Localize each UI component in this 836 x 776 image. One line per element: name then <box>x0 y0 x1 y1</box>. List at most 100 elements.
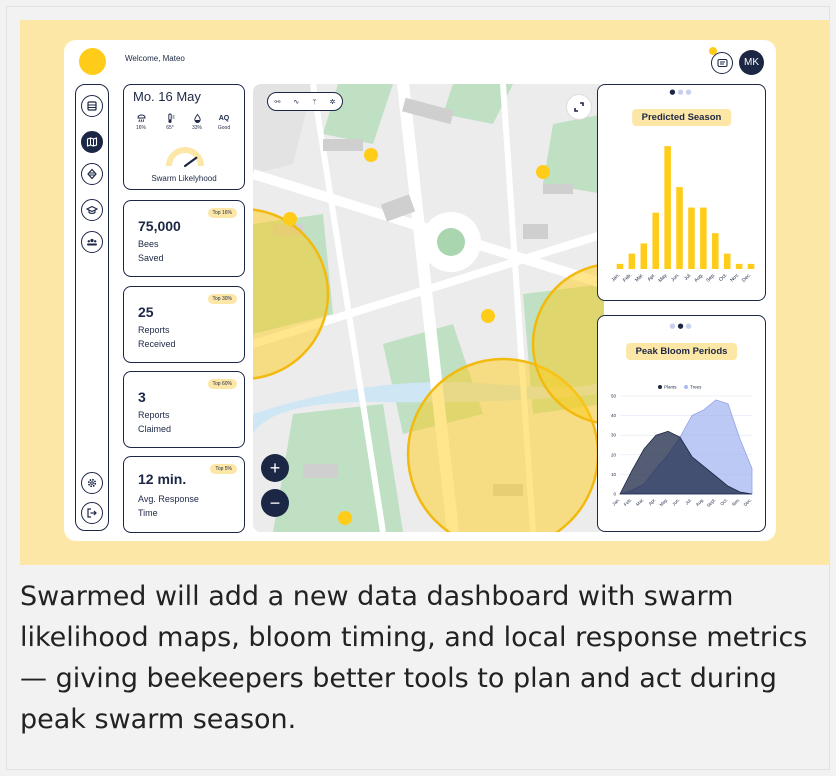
sidebar-item-education[interactable] <box>81 199 103 221</box>
rain-chance: 16% <box>130 113 152 131</box>
bar-jun <box>676 187 683 269</box>
bar-dec <box>747 263 755 269</box>
bar-oct <box>723 253 731 269</box>
y-tick-label: 30 <box>611 433 617 438</box>
caption-text: Swarmed will add a new data dashboard wi… <box>20 581 808 735</box>
x-tick-label: Nov. <box>731 497 741 507</box>
humidity-icon <box>193 113 201 124</box>
carousel-dots[interactable]: ●●● <box>598 88 765 96</box>
stat-card-reports-claimed: Top 60% 3 Reports Claimed <box>123 371 245 448</box>
x-tick-label: Dec. <box>743 497 753 507</box>
rain-value: 16% <box>135 125 146 131</box>
sidebar <box>75 84 109 531</box>
zoom-out-button[interactable]: − <box>261 489 289 517</box>
logout-button[interactable] <box>81 502 103 524</box>
zoom-in-button[interactable]: + <box>261 454 289 482</box>
x-tick-label: May. <box>659 497 669 507</box>
stat-value: 12 min. <box>138 471 187 487</box>
x-tick-label: Mar. <box>635 497 645 507</box>
legend-label-plants: Plants <box>664 385 677 390</box>
x-tick-label: Nov. <box>729 272 740 283</box>
sidebar-item-community[interactable] <box>81 231 103 253</box>
x-tick-label: Aug. <box>693 272 705 284</box>
expand-map-button[interactable] <box>566 94 592 120</box>
chat-button[interactable] <box>711 52 733 74</box>
temperature: 65° <box>159 113 181 131</box>
legend-label-trees: Trees <box>690 385 702 390</box>
predicted-season-card: ●●● Predicted Season Jan. Feb. Mar. Apr. May… <box>597 84 766 301</box>
peak-bloom-card: ●●● Peak Bloom Periods 0 10 20 30 40 50 Jan. Fe… <box>597 315 766 532</box>
sidebar-item-hive[interactable] <box>81 163 103 185</box>
stat-card-bees: Top 16% 75,000 Bees Saved <box>123 200 245 277</box>
weather-date: Mo. 16 May <box>133 89 201 104</box>
rank-badge: Top 30% <box>207 294 237 304</box>
stat-label-line1: Bees <box>138 239 159 249</box>
humidity-value: 33% <box>191 125 202 131</box>
map-canvas <box>253 84 604 532</box>
bloom-icon[interactable]: ᛘ <box>312 98 316 106</box>
x-tick-label: Oct. <box>719 497 728 506</box>
bar-apr <box>652 212 659 269</box>
dashboard-icon <box>87 101 97 111</box>
x-tick-label: Jun. <box>671 497 681 507</box>
stat-label-line2: Saved <box>138 253 164 263</box>
x-tick-label: Apr. <box>648 497 657 506</box>
rank-badge: Top 5% <box>210 464 237 474</box>
predicted-season-chart: Jan. Feb. Mar. Apr. May. Jun. Jul. Aug. Sep. Oct.… <box>610 146 755 284</box>
x-tick-label: Feb. <box>622 272 633 283</box>
bar-aug <box>700 207 707 269</box>
stat-label-line1: Reports <box>138 410 170 420</box>
stat-label-line2: Received <box>138 339 176 349</box>
stat-value: 25 <box>138 304 154 320</box>
x-tick-label: Dec. <box>741 272 753 284</box>
sidebar-item-dashboard[interactable] <box>81 95 103 117</box>
air-quality: AQ Good <box>213 113 235 131</box>
bar-mar <box>640 243 648 269</box>
stat-label-line2: Time <box>138 508 158 518</box>
x-tick-label: Sept. <box>706 497 717 508</box>
bar-jul <box>688 207 695 269</box>
rank-badge: Top 16% <box>207 208 237 218</box>
education-icon <box>86 205 98 215</box>
logout-icon <box>87 508 97 518</box>
legend-swatch-plants <box>658 385 662 389</box>
expand-icon <box>574 102 584 112</box>
dashboard-app: Welcome, Mateo MK Mo. 16 May 16% 65° 33%… <box>64 40 776 541</box>
stat-label-line1: Avg. Response <box>138 494 199 504</box>
settings-icon <box>87 478 97 488</box>
stat-label-line1: Reports <box>138 325 170 335</box>
settings-button[interactable] <box>81 472 103 494</box>
x-tick-label: Apr. <box>647 272 658 283</box>
welcome-text: Welcome, Mateo <box>125 54 185 63</box>
hive-pattern-icon[interactable]: ✲ <box>330 98 336 106</box>
avatar[interactable]: MK <box>739 50 764 75</box>
thermometer-icon <box>167 113 174 123</box>
x-tick-label: Jul. <box>684 497 692 505</box>
hive-icon <box>87 168 97 180</box>
route-icon[interactable]: ⚯ <box>275 98 281 106</box>
stat-label-line2: Claimed <box>138 424 172 434</box>
y-tick-label: 50 <box>611 394 617 399</box>
carousel-dots[interactable]: ●●● <box>598 322 765 330</box>
gauge-needle <box>183 156 198 168</box>
bar-feb <box>628 253 636 269</box>
peak-bloom-title: Peak Bloom Periods <box>625 343 738 360</box>
x-tick-label: May. <box>657 272 669 284</box>
humidity: 33% <box>186 113 208 131</box>
sidebar-item-map[interactable] <box>81 131 103 153</box>
x-tick-label: Sep. <box>705 272 717 284</box>
legend-swatch-trees <box>684 385 688 389</box>
app-logo[interactable] <box>79 48 106 75</box>
air-quality-icon: AQ <box>218 115 230 122</box>
rank-badge: Top 60% <box>207 379 237 389</box>
swarm-map[interactable]: ⚯ ∿ ᛘ ✲ + − <box>253 84 604 532</box>
x-tick-label: Jan. <box>611 497 621 507</box>
y-tick-label: 20 <box>611 452 617 457</box>
swarm-likelihood-label: Swarm Likelyhood <box>151 174 217 183</box>
stat-card-response-time: Top 5% 12 min. Avg. Response Time <box>123 456 245 533</box>
stat-value: 75,000 <box>138 218 181 234</box>
pulse-icon[interactable]: ∿ <box>293 98 299 106</box>
x-tick-label: Jun. <box>670 272 681 283</box>
x-tick-label: Mar. <box>634 272 645 283</box>
bar-nov <box>735 263 743 269</box>
